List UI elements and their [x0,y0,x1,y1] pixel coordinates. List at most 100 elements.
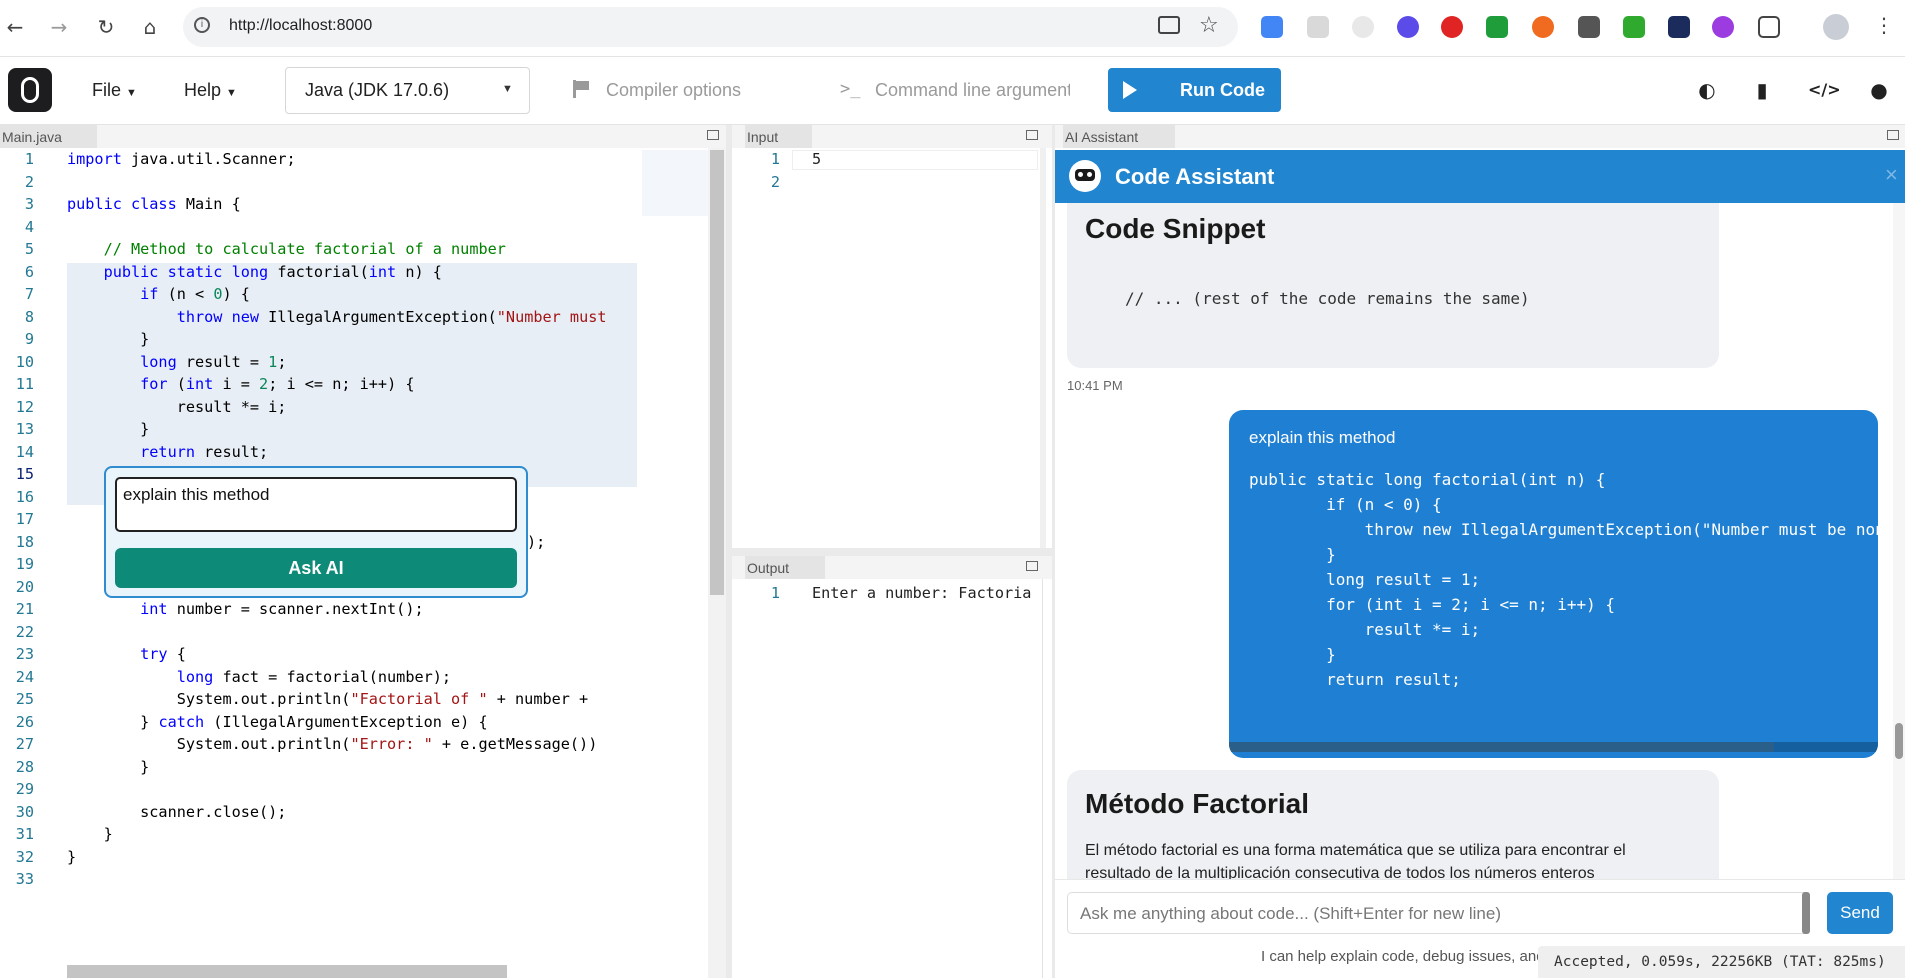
line-number: 4 [24,217,34,236]
extension-icon[interactable] [1486,16,1508,38]
assistant-header: Code Assistant × [1055,150,1905,203]
line-number: 11 [15,375,34,393]
compiler-options-button[interactable]: Compiler options [606,80,741,101]
line-number: 3 [24,195,34,213]
chat-footer-hint: I can help explain code, debug issues, a… [1261,948,1545,965]
run-code-button[interactable]: Run Code [1108,68,1281,112]
ask-ai-input[interactable]: explain this method [115,477,517,532]
chat-input[interactable]: Ask me anything about code... (Shift+Ent… [1067,892,1810,934]
back-icon[interactable]: ← [2,14,28,40]
maximize-icon[interactable] [1026,130,1038,140]
assistant-tabstrip [1055,125,1905,148]
extension-icon[interactable] [1623,16,1645,38]
code-scrollbar-thumb[interactable] [1229,742,1774,752]
status-text: Accepted, 0.059s, 22256KB (TAT: 825ms) [1554,954,1886,970]
stdout-viewer[interactable] [736,579,1043,978]
editor-tab[interactable]: Main.java [0,125,97,148]
forward-icon[interactable]: → [46,14,72,40]
translate-extension-icon[interactable] [1261,16,1283,38]
extension-icon[interactable] [1578,16,1600,38]
maximize-icon[interactable] [707,130,719,140]
chevron-down-icon: ▼ [226,87,237,99]
line-number: 24 [15,667,34,686]
help-menu[interactable]: Help ▼ [184,80,237,101]
send-button-label: Send [1840,903,1880,922]
user-message: explain this method public static long f… [1229,410,1878,758]
code-line: throw new IllegalArgumentException("Numb… [67,307,607,326]
assistant-tab[interactable]: AI Assistant [1063,125,1175,148]
browser-menu-icon[interactable]: ⋮ [1874,13,1894,37]
line-number: 5 [24,240,34,258]
line-number: 2 [24,172,34,191]
assistant-title: Code Assistant [1115,164,1275,189]
maximize-icon[interactable] [1887,130,1899,140]
book-icon[interactable]: ▮ [1751,79,1773,101]
line-number: 1 [770,584,780,602]
extension-icon[interactable] [1397,16,1419,38]
stdin-editor[interactable] [736,148,1043,548]
bookmark-star-icon[interactable]: ☆ [1199,13,1219,38]
code-line: long result = 1; [67,352,287,371]
line-number: 22 [15,622,34,641]
command-line-args-input[interactable]: Command line arguments [875,80,1070,101]
line-number: 30 [15,802,34,821]
maximize-icon[interactable] [1026,561,1038,571]
extensions-puzzle-icon[interactable] [1758,16,1780,38]
current-line-highlight [792,150,1038,170]
theme-toggle-icon[interactable]: ◐ [1696,79,1718,101]
scrollbar-thumb[interactable] [710,150,724,595]
github-icon[interactable]: ● [1868,79,1890,101]
home-icon[interactable]: ⌂ [137,14,163,40]
install-app-icon[interactable] [1158,16,1180,34]
line-number: 18 [15,532,34,551]
code-line: public class Main { [67,195,241,213]
code-icon[interactable]: </> [1808,79,1841,101]
vertical-scrollbar[interactable] [1040,148,1046,548]
code-line: scanner.close(); [67,802,287,821]
line-number: 32 [15,847,34,866]
extension-icon[interactable] [1668,16,1690,38]
user-code-line: long result = 1; [1249,570,1481,589]
minimap[interactable] [642,150,708,216]
code-line: for (int i = 2; i <= n; i++) { [67,375,415,393]
line-number: 15 [15,465,34,483]
extension-icon[interactable] [1532,16,1554,38]
message-heading: Método Factorial [1085,788,1310,819]
send-button[interactable]: Send [1827,892,1893,934]
code-line: System.out.println("Error: " + e.getMess… [67,735,598,753]
message-timestamp: 10:41 PM [1067,378,1123,393]
file-menu[interactable]: File ▼ [92,80,137,101]
app-logo[interactable] [8,68,52,112]
extension-icon[interactable] [1352,16,1374,38]
assistant-message: Método Factorial El método factorial es … [1067,770,1719,879]
line-number: 7 [24,285,34,303]
line-number: 8 [24,307,34,326]
code-line: if (n < 0) { [67,285,250,303]
user-code-line: if (n < 0) { [1249,495,1442,514]
panel-splitter[interactable] [732,548,1052,556]
chat-messages[interactable]: Code Snippet // ... (rest of the code re… [1055,203,1893,879]
message-code: // ... (rest of the code remains the sam… [1125,289,1530,308]
close-icon[interactable]: × [1885,162,1898,188]
line-number: 21 [15,600,34,618]
output-tab[interactable]: Output [745,556,825,579]
chat-scrollbar-thumb[interactable] [1895,723,1903,759]
reload-icon[interactable]: ↻ [93,14,119,40]
language-select[interactable]: Java (JDK 17.0.6) ▼ [285,67,530,114]
extension-icon[interactable] [1307,16,1329,38]
chat-scrollbar[interactable] [1893,203,1905,879]
logo-mark [21,77,39,103]
ask-ai-button[interactable]: Ask AI [115,548,517,588]
avatar[interactable] [1823,14,1849,40]
input-tab[interactable]: Input [745,125,812,148]
code-line: import java.util.Scanner; [67,150,296,168]
code-line: } [67,825,113,843]
horizontal-scrollbar-thumb[interactable] [67,965,507,978]
extension-icon[interactable] [1441,16,1463,38]
code-line: } [67,847,77,866]
site-info-icon[interactable]: i [194,17,210,33]
line-number: 1 [24,150,34,168]
user-code-line: } [1249,645,1336,664]
message-heading: Code Snippet [1085,213,1266,244]
extension-icon[interactable] [1712,16,1734,38]
